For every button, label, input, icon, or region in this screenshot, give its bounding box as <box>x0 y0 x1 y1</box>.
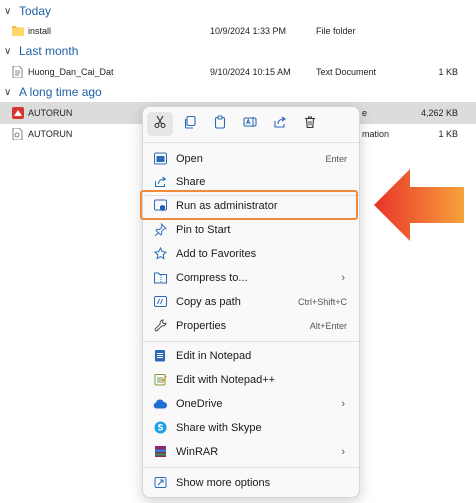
file-name: AUTORUN <box>28 129 73 139</box>
star-icon <box>153 247 167 261</box>
group-header-long-ago[interactable]: ∨ A long time ago <box>4 83 102 101</box>
menu-item-label: Edit with Notepad++ <box>176 373 276 386</box>
menu-item-pin-to-start[interactable]: Pin to Start <box>147 218 355 241</box>
app-icon <box>12 107 24 119</box>
menu-item-label: Share with Skype <box>176 421 262 434</box>
winrar-icon <box>153 445 167 459</box>
menu-separator <box>143 341 359 342</box>
group-label: Today <box>19 4 52 18</box>
menu-item-label: Share <box>176 175 206 188</box>
share-icon <box>273 115 287 134</box>
open-icon <box>153 152 167 166</box>
menu-item-shortcut: Alt+Enter <box>309 320 347 331</box>
file-name: Huong_Dan_Cai_Dat <box>28 67 114 77</box>
menu-item-share-with-skype[interactable]: S Share with Skype <box>147 416 355 439</box>
chevron-down-icon: ∨ <box>4 45 12 57</box>
notepad-icon <box>153 349 167 363</box>
folder-icon <box>12 25 24 37</box>
menu-item-edit-in-notepad[interactable]: Edit in Notepad <box>147 344 355 367</box>
chevron-down-icon: ∨ <box>4 5 12 17</box>
menu-item-label: Run as administrator <box>176 199 278 212</box>
group-header-last-month[interactable]: ∨ Last month <box>4 42 78 60</box>
file-row-huong-dan[interactable]: Huong_Dan_Cai_Dat 9/10/2024 10:15 AM Tex… <box>0 61 476 83</box>
group-label: A long time ago <box>19 85 102 99</box>
file-date: 10/9/2024 1:33 PM <box>210 26 287 36</box>
rename-button[interactable] <box>237 112 263 136</box>
file-type: Text Document <box>316 67 377 77</box>
context-menu: Open Enter Share Run as administrator Pi… <box>142 106 360 498</box>
copy-path-icon <box>153 295 167 309</box>
paste-button[interactable] <box>207 112 233 136</box>
file-type: e <box>362 108 368 118</box>
skype-icon: S <box>153 421 167 435</box>
file-size: 4,262 KB <box>420 108 458 118</box>
share-button[interactable] <box>267 112 293 136</box>
chevron-right-icon: › <box>341 445 345 458</box>
menu-item-run-as-administrator[interactable]: Run as administrator <box>147 194 355 217</box>
menu-item-label: Edit in Notepad <box>176 349 252 362</box>
paste-icon <box>213 115 227 134</box>
file-row-install[interactable]: install 10/9/2024 1:33 PM File folder <box>0 20 476 42</box>
file-date: 9/10/2024 10:15 AM <box>210 67 291 77</box>
menu-item-shortcut: Enter <box>325 153 347 164</box>
file-name: install <box>28 26 52 36</box>
cut-button[interactable] <box>147 112 173 136</box>
menu-item-share[interactable]: Share <box>147 170 355 193</box>
menu-item-open[interactable]: Open Enter <box>147 147 355 170</box>
delete-icon <box>303 115 317 134</box>
menu-item-label: Copy as path <box>176 295 241 308</box>
delete-button[interactable] <box>297 112 323 136</box>
menu-item-shortcut: Ctrl+Shift+C <box>297 296 347 307</box>
menu-separator <box>143 142 359 143</box>
menu-item-copy-as-path[interactable]: Copy as path Ctrl+Shift+C <box>147 290 355 313</box>
notepad-plus-plus-icon <box>153 373 167 387</box>
group-header-today[interactable]: ∨ Today <box>4 2 51 20</box>
share-icon <box>153 175 167 189</box>
menu-item-label: WinRAR <box>176 445 219 458</box>
menu-item-edit-with-notepad-plus-plus[interactable]: Edit with Notepad++ <box>147 368 355 391</box>
setup-info-icon <box>12 128 24 140</box>
file-name: AUTORUN <box>28 108 73 118</box>
group-label: Last month <box>19 44 79 58</box>
file-type: mation <box>362 129 390 139</box>
chevron-right-icon: › <box>341 271 345 284</box>
menu-item-label: Open <box>176 152 203 165</box>
file-size: 1 KB <box>438 129 458 139</box>
menu-item-compress-to[interactable]: Compress to... › <box>147 266 355 289</box>
menu-item-label: OneDrive <box>176 397 223 410</box>
svg-text:S: S <box>157 424 163 434</box>
zip-folder-icon <box>153 271 167 285</box>
chevron-right-icon: › <box>341 397 345 410</box>
pin-icon <box>153 223 167 237</box>
onedrive-cloud-icon <box>153 397 167 411</box>
menu-item-label: Properties <box>176 319 227 332</box>
wrench-icon <box>153 319 167 333</box>
scissors-icon <box>153 115 167 134</box>
menu-item-label: Add to Favorites <box>176 247 257 260</box>
menu-separator <box>143 467 359 468</box>
copy-button[interactable] <box>177 112 203 136</box>
copy-icon <box>183 115 197 134</box>
menu-item-properties[interactable]: Properties Alt+Enter <box>147 314 355 337</box>
menu-item-label: Pin to Start <box>176 223 231 236</box>
menu-item-label: Compress to... <box>176 271 248 284</box>
text-document-icon <box>12 66 24 78</box>
menu-item-add-to-favorites[interactable]: Add to Favorites <box>147 242 355 265</box>
context-menu-toolbar <box>143 107 359 141</box>
file-size: 1 KB <box>438 67 458 77</box>
menu-item-onedrive[interactable]: OneDrive › <box>147 392 355 415</box>
rename-icon <box>243 115 257 134</box>
menu-item-show-more-options[interactable]: Show more options <box>147 471 355 494</box>
pointer-arrow-icon <box>374 169 464 241</box>
menu-item-winrar[interactable]: WinRAR › <box>147 440 355 463</box>
menu-item-label: Show more options <box>176 476 271 489</box>
file-type: File folder <box>316 26 356 36</box>
shield-admin-icon <box>153 199 167 213</box>
more-options-icon <box>153 476 167 490</box>
chevron-down-icon: ∨ <box>4 86 12 98</box>
